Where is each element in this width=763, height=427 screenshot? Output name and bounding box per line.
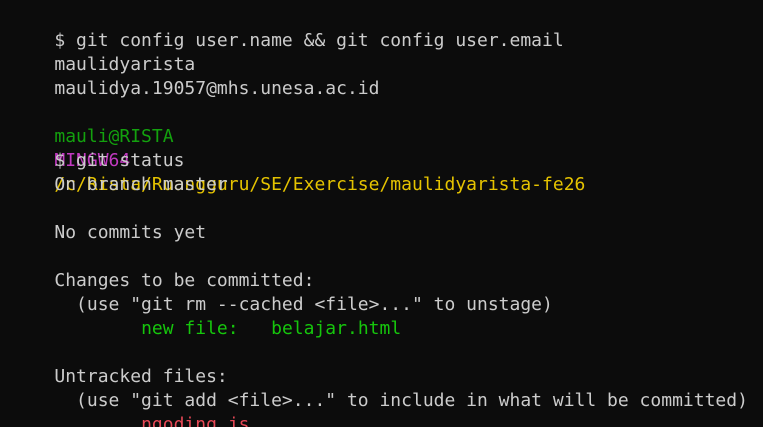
output-add-hint: (use "git add <file>..." to include in w… xyxy=(11,365,748,411)
untracked-file-name: ngoding.js xyxy=(141,414,250,427)
output-text: No commits yet xyxy=(54,222,207,243)
output-branch: On branch master xyxy=(11,149,227,195)
staged-file-row: new file: belajar.html xyxy=(11,293,401,339)
command-line-status: $ git status xyxy=(11,125,184,171)
shell-prompt: mauli@RISTA MINGW64 /c/Rista/Ruangguru/S… xyxy=(11,101,585,195)
untracked-file-row: ngoding.js xyxy=(11,389,249,427)
terminal-window[interactable]: $ git config user.name && git config use… xyxy=(0,0,763,427)
output-user-name: maulidyarista xyxy=(11,29,195,75)
output-changes-header: Changes to be committed: xyxy=(11,245,314,291)
staged-label: new file: belajar.html xyxy=(54,318,401,339)
output-unstage-hint: (use "git rm --cached <file>..." to unst… xyxy=(11,269,553,315)
output-text: maulidya.19057@mhs.unesa.ac.id xyxy=(54,78,380,99)
output-text: On branch master xyxy=(54,174,228,195)
staged-label-text: new file: xyxy=(141,318,239,339)
output-user-email: maulidya.19057@mhs.unesa.ac.id xyxy=(11,53,379,99)
untracked-file: ngoding.js xyxy=(54,414,249,427)
output-no-commits: No commits yet xyxy=(11,197,206,243)
command-line-config: $ git config user.name && git config use… xyxy=(11,5,563,51)
staged-file-name: belajar.html xyxy=(271,318,402,339)
output-untracked-header: Untracked files: xyxy=(11,341,227,387)
